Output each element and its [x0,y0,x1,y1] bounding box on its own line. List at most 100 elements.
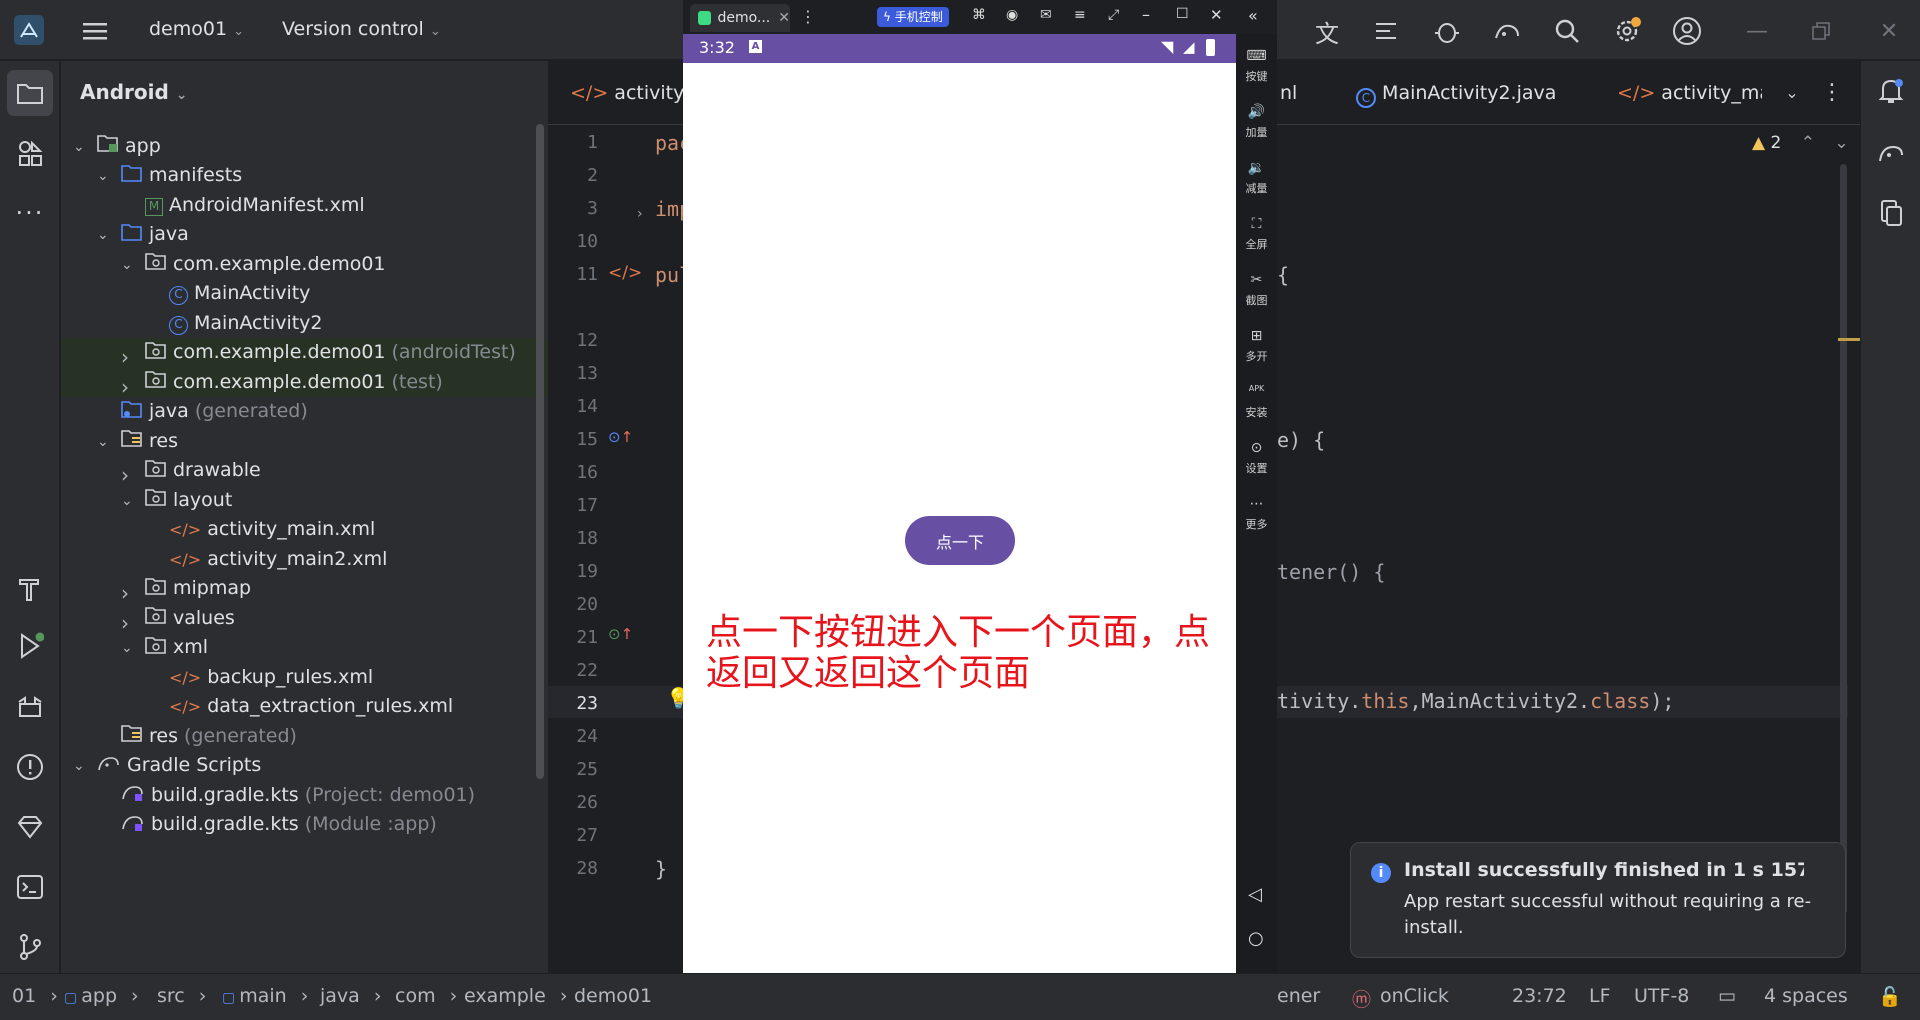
tree-item[interactable]: › com.example.demo01 (test) [61,367,548,399]
commit-list-icon[interactable] [1370,14,1404,48]
close-window-icon[interactable]: ✕ [1876,18,1902,44]
emulator-sidebar-item[interactable]: 🔊 加量 [1236,104,1277,140]
emulator-sidebar-item[interactable]: ⛶ 全屏 [1236,216,1277,252]
git-branch-icon[interactable] [13,930,47,964]
tree-item[interactable]: ⌄ xml [61,633,548,663]
search-icon[interactable] [1550,14,1584,48]
chevron-down-icon[interactable]: ⌄ [97,434,111,450]
gradle-tool-icon[interactable] [1876,138,1906,168]
app-quality-gem-icon[interactable] [13,810,47,844]
chevron-right-icon[interactable]: › [121,375,135,399]
tree-item[interactable]: C MainActivity [61,279,548,309]
more-tools-icon[interactable]: ··· [13,196,47,230]
breadcrumb-onclick[interactable]: onClick [1380,985,1449,1007]
translate-icon[interactable]: 文 [1310,14,1344,48]
indent-setting[interactable]: 4 spaces [1764,985,1848,1007]
xml-layout-gutter-icon[interactable]: </> [608,263,642,283]
tree-item[interactable]: ⌄ app [61,131,548,161]
tree-item[interactable]: C MainActivity2 [61,308,548,338]
inspection-widget[interactable]: ▲ 2 ⌃ ⌄ [1752,133,1849,153]
run-icon[interactable] [13,629,47,663]
tree-item[interactable]: res (generated) [61,721,548,751]
tree-item[interactable]: ⌄ com.example.demo01 [61,249,548,279]
tree-item[interactable]: ⌄ layout [61,485,548,515]
emulator-sidebar-item[interactable]: ✂ 截图 [1236,272,1277,308]
tree-item[interactable]: </> backup_rules.xml [61,662,548,692]
chevron-down-icon[interactable]: ⌄ [73,139,87,155]
tree-item[interactable]: </> data_extraction_rules.xml [61,692,548,722]
tree-item[interactable]: ⌄ res [61,426,548,456]
chevron-right-icon[interactable]: › [121,345,135,369]
chevron-right-icon[interactable]: › [121,611,135,635]
project-scrollbar[interactable] [536,124,544,779]
breadcrumb-listener[interactable]: ener [1277,985,1320,1007]
tree-item[interactable]: M AndroidManifest.xml [61,190,548,220]
breadcrumb-item[interactable]: example › [464,985,567,1007]
click-button[interactable]: 点一下 [905,516,1015,565]
chevron-down-icon[interactable]: ⌄ [97,168,111,184]
next-highlight-icon[interactable]: ⌄ [1834,133,1848,153]
resource-manager-icon[interactable] [13,136,47,170]
breadcrumb-item[interactable]: ▢ main › [222,985,308,1007]
code-review-icon[interactable]: ▭ [1718,985,1736,1007]
tree-item[interactable]: › values [61,603,548,635]
breadcrumb-item[interactable]: 01 › [12,985,58,1007]
user-icon[interactable]: ◉ [1006,7,1018,23]
device-manager-icon[interactable] [1876,198,1906,228]
chevron-down-icon[interactable]: ⌄ [73,758,87,774]
tab-list-chevron-icon[interactable]: ⌄ [1780,80,1804,104]
emulator-sidebar-item[interactable]: ⋯ 更多 [1236,496,1277,532]
chevron-down-icon[interactable]: ⌄ [97,227,111,243]
gradle-sync-icon[interactable] [1490,14,1524,48]
vcs-selector[interactable]: Version control ⌄ [282,18,441,40]
tree-item[interactable]: › drawable [61,456,548,487]
tree-item[interactable]: build.gradle.kts (Module :app) [61,810,548,840]
breadcrumb-item[interactable]: demo01 [574,985,652,1007]
account-icon[interactable] [1670,14,1704,48]
breadcrumb-item[interactable]: java › [320,985,381,1007]
list-menu-icon[interactable]: ≡ [1074,7,1086,23]
gamepad-icon[interactable]: ⌘ [972,7,986,23]
emulator-sidebar-item[interactable]: APK 安装 [1236,384,1277,420]
tree-item[interactable]: ⌄ Gradle Scripts [61,751,548,781]
editor-tab-activity-main[interactable]: </> activity_r [570,82,702,104]
breadcrumb-item[interactable]: ▢ app › [64,985,139,1007]
project-view-selector[interactable]: Android ⌄ [80,80,188,104]
tree-item[interactable]: build.gradle.kts (Project: demo01) [61,780,548,810]
emulator-sidebar-item[interactable]: 🔉 减量 [1236,160,1277,196]
settings-gear-icon[interactable] [1610,14,1644,48]
emulator-sidebar-item[interactable]: ⊞ 多开 [1236,328,1277,364]
tree-item[interactable]: › mipmap [61,574,548,605]
mail-icon[interactable]: ✉ [1040,7,1052,23]
debug-icon[interactable] [1430,14,1464,48]
project-tool-button[interactable] [7,70,53,116]
breadcrumb-item[interactable]: src › [157,985,206,1007]
prev-highlight-icon[interactable]: ⌃ [1801,133,1815,153]
install-notification[interactable]: i Install successfully finished in 1 s 1… [1350,842,1846,958]
editor-tab-partial[interactable]: nl [1280,82,1297,104]
tree-item[interactable]: </> activity_main2.xml [61,544,548,574]
editor-scrollbar[interactable] [1840,164,1847,914]
terminal-icon[interactable] [13,870,47,904]
breadcrumb-item[interactable]: com › [395,985,457,1007]
tree-item[interactable]: ⌄ manifests [61,161,548,191]
android-home-icon[interactable]: ○ [1248,928,1264,949]
caret-position[interactable]: 23:72 [1512,985,1567,1007]
emulator-maximize-icon[interactable]: ☐ [1176,6,1189,22]
android-back-icon[interactable]: ◁ [1248,884,1262,905]
project-selector[interactable]: demo01 ⌄ [149,18,244,40]
line-ending[interactable]: LF [1589,985,1611,1007]
fold-chevron-icon[interactable]: › [637,206,643,222]
tree-item[interactable]: › com.example.demo01 (androidTest) [61,337,548,369]
emulator-sidebar-item[interactable]: ⊙ 设置 [1236,440,1277,476]
implement-gutter-icon[interactable]: ⊙↑ [608,625,633,643]
close-tab-icon[interactable]: ✕ [778,10,790,26]
chevron-right-icon[interactable]: › [121,581,135,605]
build-hammer-icon[interactable] [13,571,47,605]
collapse-sidebar-icon[interactable]: « [1248,6,1258,25]
editor-tab-activity-main2[interactable]: </> activity_mai [1617,82,1762,104]
lock-icon[interactable]: 🔓 [1878,985,1902,1008]
override-gutter-icon[interactable]: ⊙↑ [608,428,633,446]
emulator-minimize-icon[interactable]: – [1142,5,1150,24]
file-encoding[interactable]: UTF-8 [1634,985,1689,1007]
